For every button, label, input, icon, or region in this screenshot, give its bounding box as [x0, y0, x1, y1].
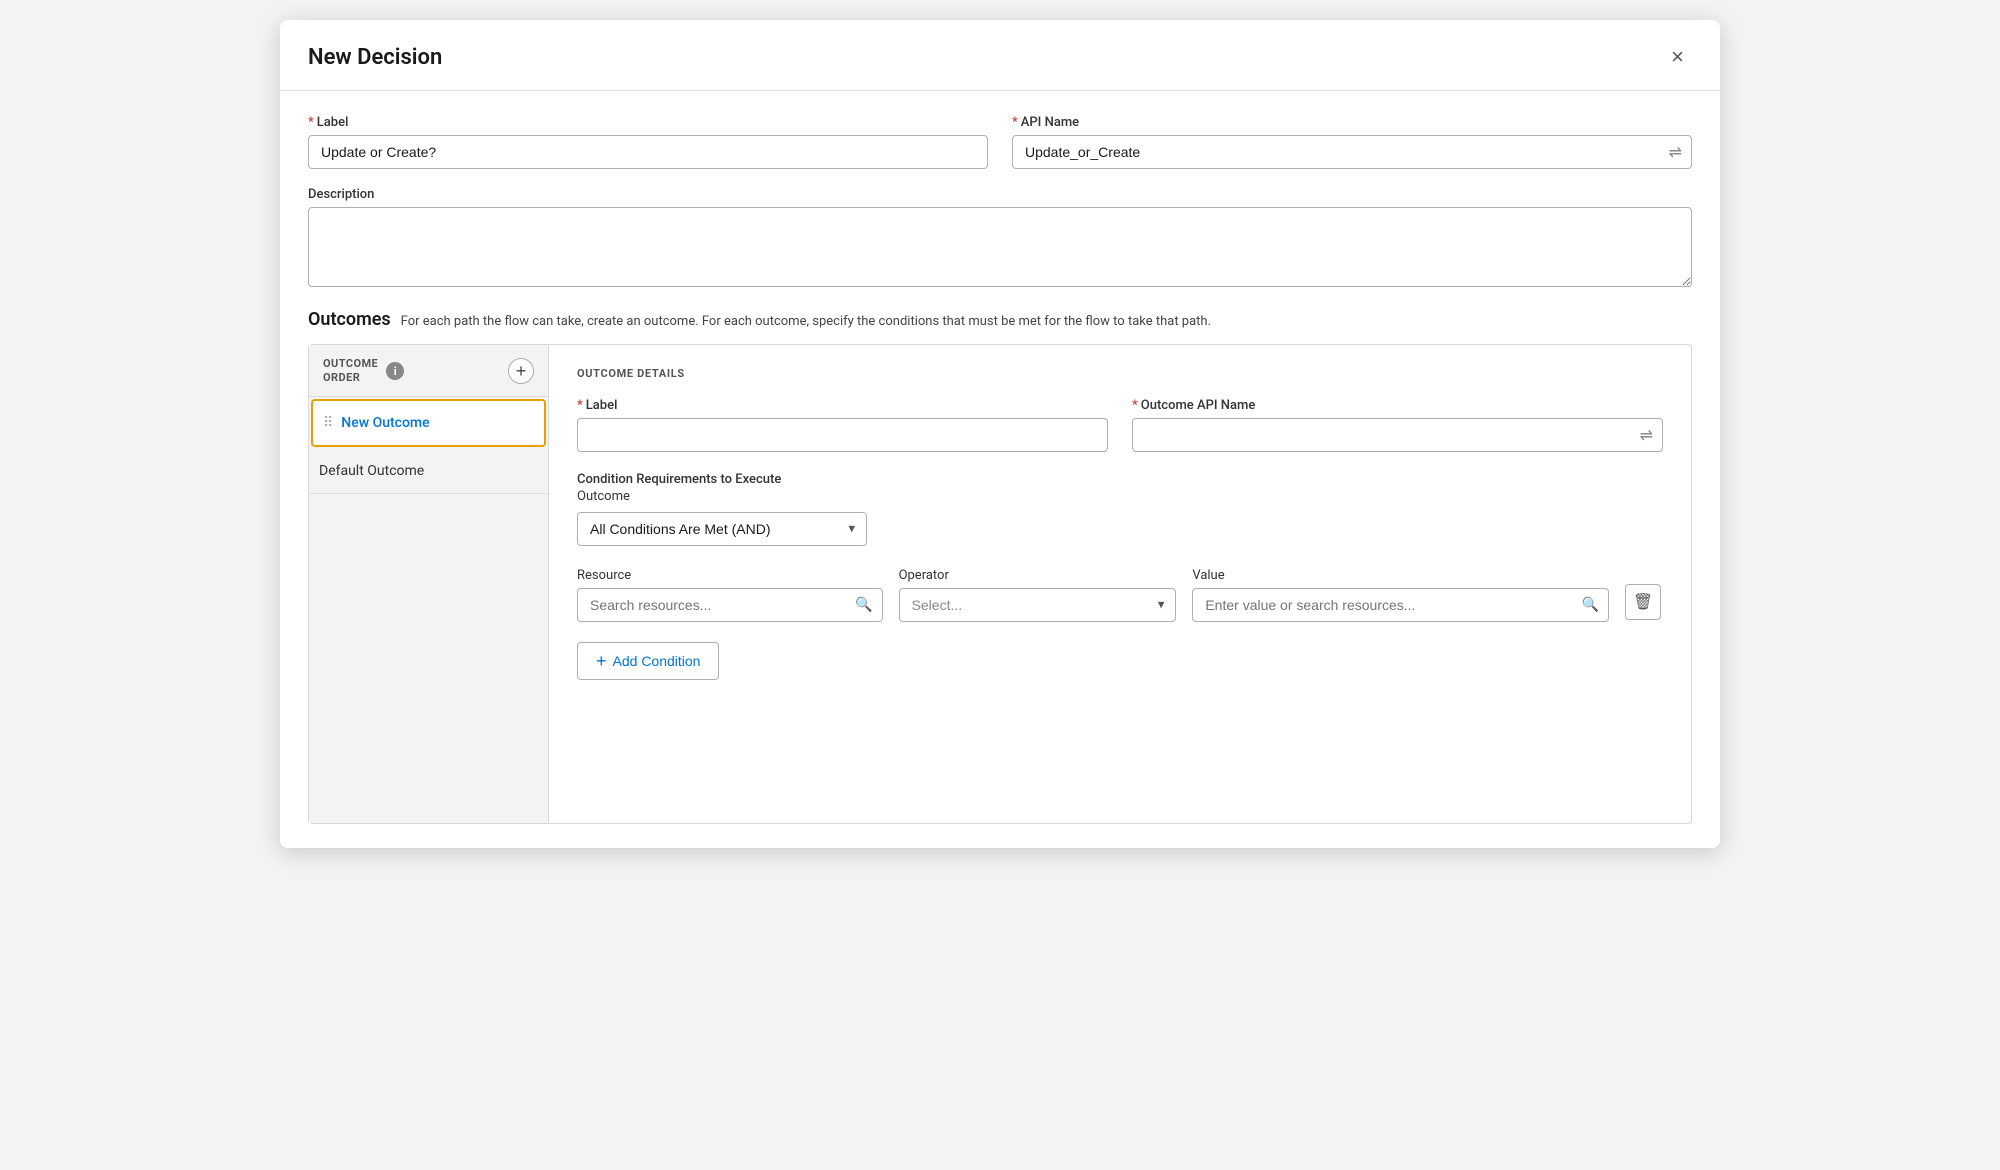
value-col: Value 🔍	[1192, 568, 1609, 622]
add-condition-button[interactable]: + Add Condition	[577, 642, 719, 680]
operator-col: Operator Select... Equals Not Equal To G…	[899, 568, 1177, 622]
resource-col-label: Resource	[577, 568, 883, 583]
api-name-wrapper: ⇌	[1012, 135, 1692, 169]
add-outcome-button[interactable]: +	[508, 358, 534, 384]
outcomes-area: OUTCOMEORDER i + ⠿ New Outcome Default O…	[308, 344, 1692, 824]
operator-col-label: Operator	[899, 568, 1177, 583]
details-api-required: *	[1132, 398, 1138, 413]
label-group: *Label	[308, 115, 988, 169]
info-icon[interactable]: i	[386, 362, 404, 380]
details-api-name-label: *Outcome API Name	[1132, 398, 1663, 413]
api-name-icon: ⇌	[1669, 143, 1682, 162]
resource-search-wrapper: 🔍	[577, 588, 883, 622]
condition-row-1: Resource 🔍 Operator Select...	[577, 568, 1663, 622]
details-api-name-group: *Outcome API Name ⇌	[1132, 398, 1663, 452]
outcome-order-header: OUTCOMEORDER i +	[309, 345, 548, 397]
modal-body: *Label *API Name ⇌ Description Outcomes	[280, 91, 1720, 848]
outcomes-title: Outcomes	[308, 309, 391, 330]
condition-select-wrapper: All Conditions Are Met (AND) Any Conditi…	[577, 512, 867, 546]
outcome-details-title: OUTCOME DETAILS	[577, 367, 1663, 380]
details-label-group: *Label	[577, 398, 1108, 452]
condition-requirements-group: Condition Requirements to Execute Outcom…	[577, 472, 1663, 546]
resource-search-icon: 🔍	[855, 597, 872, 613]
api-required-star: *	[1012, 115, 1018, 130]
details-label-apiname-row: *Label *Outcome API Name ⇌	[577, 398, 1663, 452]
outcomes-description: For each path the flow can take, create …	[401, 314, 1211, 329]
value-input[interactable]	[1192, 588, 1609, 622]
label-apiname-row: *Label *API Name ⇌	[308, 115, 1692, 169]
outcome-details-panel: OUTCOME DETAILS *Label *Outcome API Name	[549, 345, 1691, 823]
condition-req-label: Condition Requirements to Execute	[577, 472, 1663, 487]
api-name-field-label: *API Name	[1012, 115, 1692, 130]
close-button[interactable]: ×	[1663, 40, 1692, 74]
label-field-label: *Label	[308, 115, 988, 130]
add-condition-plus-icon: +	[596, 652, 607, 670]
outcome-order-label: OUTCOMEORDER	[323, 357, 378, 386]
label-required-star: *	[308, 115, 314, 130]
delete-col: 🗑	[1625, 584, 1663, 620]
outcome-item-default[interactable]: Default Outcome	[309, 449, 548, 494]
details-label-required: *	[577, 398, 583, 413]
description-input[interactable]	[308, 207, 1692, 287]
operator-select-wrapper: Select... Equals Not Equal To Greater Th…	[899, 588, 1177, 622]
api-name-group: *API Name ⇌	[1012, 115, 1692, 169]
condition-requirements-select[interactable]: All Conditions Are Met (AND) Any Conditi…	[577, 512, 867, 546]
details-label-field-label: *Label	[577, 398, 1108, 413]
modal-title: New Decision	[308, 45, 442, 70]
outcome-order-panel: OUTCOMEORDER i + ⠿ New Outcome Default O…	[309, 345, 549, 823]
modal-header: New Decision ×	[280, 20, 1720, 91]
operator-select[interactable]: Select... Equals Not Equal To Greater Th…	[899, 588, 1177, 622]
conditions-table: Resource 🔍 Operator Select...	[577, 568, 1663, 622]
new-decision-modal: New Decision × *Label *API Name ⇌	[280, 20, 1720, 848]
add-condition-label: Add Condition	[613, 653, 701, 669]
label-input[interactable]	[308, 135, 988, 169]
new-outcome-label: New Outcome	[341, 415, 429, 431]
description-group: Description	[308, 187, 1692, 287]
condition-req-sub: Outcome	[577, 489, 1663, 504]
default-outcome-label: Default Outcome	[319, 463, 424, 479]
details-api-name-input[interactable]	[1132, 418, 1663, 452]
resource-search-input[interactable]	[577, 588, 883, 622]
resource-col: Resource 🔍	[577, 568, 883, 622]
details-api-name-wrapper: ⇌	[1132, 418, 1663, 452]
description-label: Description	[308, 187, 1692, 202]
outcome-item-new[interactable]: ⠿ New Outcome	[311, 399, 546, 447]
value-search-icon: 🔍	[1582, 597, 1599, 613]
value-col-label: Value	[1192, 568, 1609, 583]
details-api-name-icon: ⇌	[1640, 426, 1653, 445]
delete-condition-button[interactable]: 🗑	[1625, 584, 1661, 620]
drag-handle-new: ⠿	[323, 415, 333, 431]
outcomes-section-header: Outcomes For each path the flow can take…	[308, 309, 1692, 330]
value-search-wrapper: 🔍	[1192, 588, 1609, 622]
api-name-input[interactable]	[1012, 135, 1692, 169]
details-label-input[interactable]	[577, 418, 1108, 452]
